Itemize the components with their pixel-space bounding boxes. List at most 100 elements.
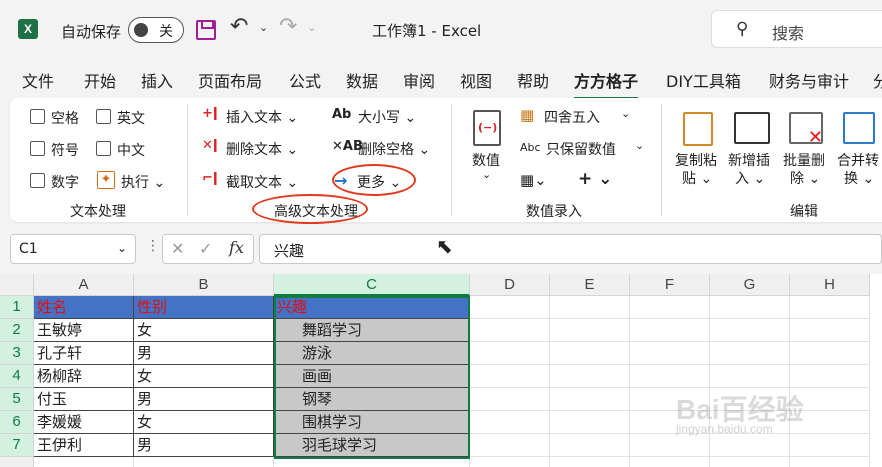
cell-b2[interactable]: 女 bbox=[134, 319, 274, 342]
tab-home[interactable]: 开始 bbox=[84, 68, 116, 92]
cell-d6[interactable] bbox=[470, 411, 550, 434]
value-button[interactable]: 数值 bbox=[472, 150, 500, 170]
redo-icon[interactable]: ↷ bbox=[279, 14, 297, 39]
cell-g1[interactable] bbox=[710, 296, 790, 319]
cell-g2[interactable] bbox=[710, 319, 790, 342]
checkbox-symbol[interactable] bbox=[30, 141, 45, 156]
tab-finance-audit[interactable]: 财务与审计 bbox=[769, 68, 849, 92]
checkbox-space[interactable] bbox=[30, 109, 45, 124]
chevron-down-icon[interactable]: ⌄ bbox=[482, 168, 491, 181]
cell-a1[interactable]: 姓名 bbox=[34, 296, 134, 319]
tab-diy-toolbox[interactable]: DIY工具箱 bbox=[666, 68, 741, 92]
save-icon[interactable] bbox=[196, 20, 216, 40]
cell-h4[interactable] bbox=[790, 365, 870, 388]
cell-a5[interactable]: 付玉 bbox=[34, 388, 134, 411]
cell-e1[interactable] bbox=[550, 296, 630, 319]
confirm-icon[interactable]: ✓ bbox=[199, 239, 212, 258]
cell-c7[interactable]: 羽毛球学习 bbox=[274, 434, 470, 457]
cell-f8[interactable] bbox=[630, 457, 710, 467]
search-box[interactable]: ⚲ 搜索 bbox=[711, 10, 882, 48]
cell-b8[interactable] bbox=[134, 457, 274, 467]
cell-c1[interactable]: 兴趣 bbox=[274, 296, 470, 319]
edit-grid-icon[interactable]: ▦⌄ bbox=[520, 171, 547, 189]
tab-fangfanggezi[interactable]: 方方格子 bbox=[574, 68, 639, 100]
checkbox-chinese[interactable] bbox=[96, 141, 111, 156]
tab-page-layout[interactable]: 页面布局 bbox=[198, 68, 262, 92]
tab-formulas[interactable]: 公式 bbox=[289, 68, 321, 92]
column-header-c[interactable]: C bbox=[274, 274, 470, 296]
cell-d3[interactable] bbox=[470, 342, 550, 365]
cell-b5[interactable]: 男 bbox=[134, 388, 274, 411]
merge-convert-label-1[interactable]: 合并转 bbox=[837, 150, 879, 170]
cell-a2[interactable]: 王敏婷 bbox=[34, 319, 134, 342]
chevron-down-icon[interactable]: ⌄ bbox=[307, 21, 316, 34]
tab-review[interactable]: 审阅 bbox=[403, 68, 435, 92]
column-header-g[interactable]: G bbox=[710, 274, 790, 296]
row-header-2[interactable]: 2 bbox=[0, 319, 34, 342]
select-all-corner[interactable] bbox=[0, 274, 34, 296]
tab-file[interactable]: 文件 bbox=[22, 68, 54, 92]
tab-view[interactable]: 视图 bbox=[460, 68, 492, 92]
cell-e2[interactable] bbox=[550, 319, 630, 342]
cell-c5[interactable]: 钢琴 bbox=[274, 388, 470, 411]
cell-g8[interactable] bbox=[710, 457, 790, 467]
cell-h3[interactable] bbox=[790, 342, 870, 365]
cell-a3[interactable]: 孔子轩 bbox=[34, 342, 134, 365]
autosave-toggle[interactable]: 关 bbox=[128, 17, 184, 43]
more-options-icon[interactable]: ⋮ bbox=[146, 238, 160, 254]
checkbox-english[interactable] bbox=[96, 109, 111, 124]
row-header-6[interactable]: 6 bbox=[0, 411, 34, 434]
checkbox-number[interactable] bbox=[30, 173, 45, 188]
column-header-b[interactable]: B bbox=[134, 274, 274, 296]
formula-input[interactable]: 兴趣 bbox=[259, 234, 882, 264]
cell-e4[interactable] bbox=[550, 365, 630, 388]
cell-h2[interactable] bbox=[790, 319, 870, 342]
column-header-f[interactable]: F bbox=[630, 274, 710, 296]
cell-d5[interactable] bbox=[470, 388, 550, 411]
row-header-partial[interactable] bbox=[0, 457, 34, 467]
cell-f2[interactable] bbox=[630, 319, 710, 342]
cell-a4[interactable]: 杨柳辞 bbox=[34, 365, 134, 388]
batch-delete-label-1[interactable]: 批量删 bbox=[783, 150, 825, 170]
cell-h7[interactable] bbox=[790, 434, 870, 457]
cell-a8[interactable] bbox=[34, 457, 134, 467]
cell-b3[interactable]: 男 bbox=[134, 342, 274, 365]
cell-e8[interactable] bbox=[550, 457, 630, 467]
cell-h1[interactable] bbox=[790, 296, 870, 319]
row-header-5[interactable]: 5 bbox=[0, 388, 34, 411]
cell-f1[interactable] bbox=[630, 296, 710, 319]
delete-text-button[interactable]: 删除文本 ⌄ bbox=[226, 139, 298, 159]
column-header-e[interactable]: E bbox=[550, 274, 630, 296]
cell-h8[interactable] bbox=[790, 457, 870, 467]
cell-b6[interactable]: 女 bbox=[134, 411, 274, 434]
tab-data[interactable]: 数据 bbox=[346, 68, 378, 92]
execute-button[interactable]: 执行 ⌄ bbox=[121, 172, 165, 192]
undo-icon[interactable]: ↶ bbox=[230, 14, 248, 39]
row-header-1[interactable]: 1 bbox=[0, 296, 34, 319]
extract-text-button[interactable]: 截取文本 ⌄ bbox=[226, 172, 298, 192]
column-header-a[interactable]: A bbox=[34, 274, 134, 296]
merge-convert-button[interactable]: 换 ⌄ bbox=[844, 168, 874, 188]
cell-c3[interactable]: 游泳 bbox=[274, 342, 470, 365]
keep-values-button[interactable]: 只保留数值 bbox=[546, 139, 616, 159]
cell-d4[interactable] bbox=[470, 365, 550, 388]
cell-g4[interactable] bbox=[710, 365, 790, 388]
tab-more[interactable]: 分 bbox=[873, 68, 882, 92]
cell-a7[interactable]: 王伊利 bbox=[34, 434, 134, 457]
cell-d8[interactable] bbox=[470, 457, 550, 467]
cell-f3[interactable] bbox=[630, 342, 710, 365]
cancel-icon[interactable]: ✕ bbox=[171, 239, 184, 258]
chevron-down-icon[interactable]: ⌄ bbox=[621, 107, 630, 120]
insert-new-button[interactable]: 入 ⌄ bbox=[735, 168, 765, 188]
cell-b4[interactable]: 女 bbox=[134, 365, 274, 388]
cell-g7[interactable] bbox=[710, 434, 790, 457]
cell-f7[interactable] bbox=[630, 434, 710, 457]
insert-function-icon[interactable]: fx bbox=[229, 238, 244, 257]
case-button[interactable]: 大小写 ⌄ bbox=[358, 107, 416, 127]
name-box[interactable]: C1 ⌄ bbox=[10, 234, 136, 264]
cell-c2[interactable]: 舞蹈学习 bbox=[274, 319, 470, 342]
chevron-down-icon[interactable]: ⌄ bbox=[259, 21, 268, 34]
cell-d7[interactable] bbox=[470, 434, 550, 457]
round-button[interactable]: 四舍五入 bbox=[544, 107, 600, 127]
column-header-h[interactable]: H bbox=[790, 274, 870, 296]
